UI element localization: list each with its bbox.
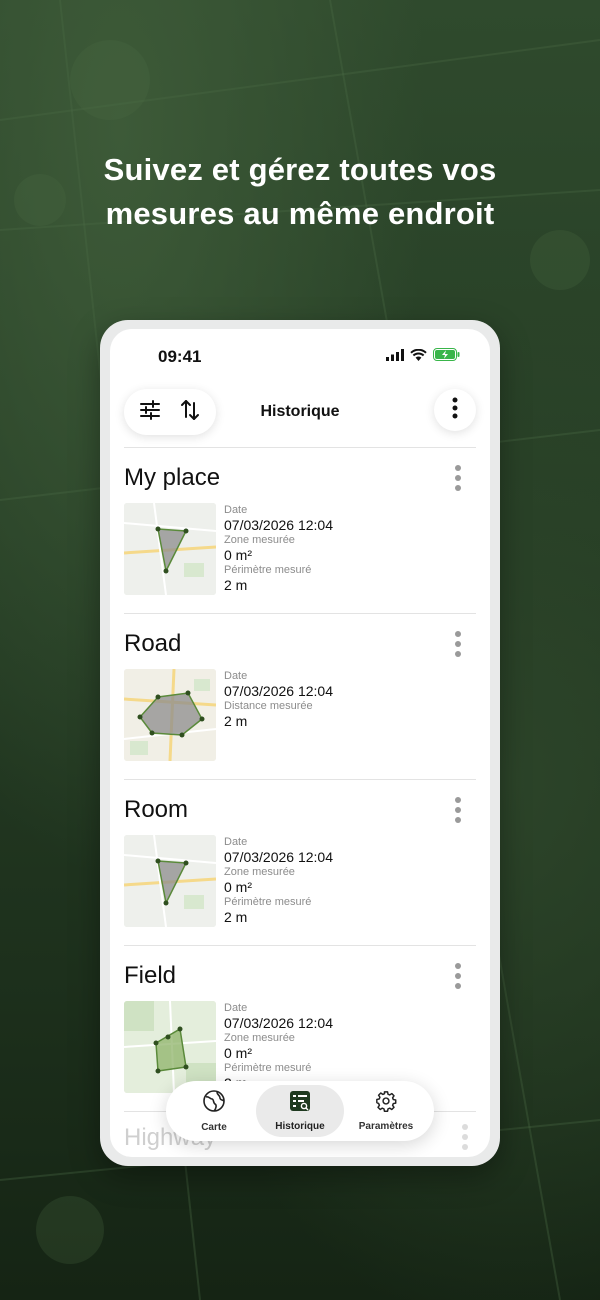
header-more-button[interactable]	[434, 389, 476, 431]
item-name: Field	[124, 962, 177, 989]
globe-icon	[202, 1089, 226, 1118]
field-label: Zone mesurée	[224, 1032, 295, 1044]
field-value: 0 m²	[224, 1045, 252, 1061]
item-meta: Date 07/03/2026 12:04 Distance mesurée 2…	[224, 669, 333, 729]
more-vertical-icon	[455, 962, 461, 994]
more-vertical-icon	[455, 630, 461, 662]
item-name: My place	[124, 464, 221, 491]
item-more-button[interactable]	[448, 962, 468, 994]
field-value: 07/03/2026 12:04	[224, 517, 333, 533]
map-thumbnail	[124, 669, 216, 761]
more-vertical-icon	[455, 796, 461, 828]
map-thumbnail	[124, 503, 216, 595]
gear-icon	[375, 1090, 397, 1117]
history-list-icon	[289, 1090, 311, 1117]
nav-label: Carte	[201, 1122, 227, 1133]
signal-icon	[386, 348, 404, 366]
headline-line-1: Suivez et gérez toutes vos	[103, 152, 497, 187]
field-value: 07/03/2026 12:04	[224, 849, 333, 865]
item-more-button[interactable]	[448, 796, 468, 828]
field-value: 2 m	[224, 577, 248, 593]
field-value: 0 m²	[224, 547, 252, 563]
more-vertical-icon	[462, 1124, 468, 1154]
field-label: Date	[224, 670, 248, 682]
field-label: Périmètre mesuré	[224, 896, 312, 908]
field-value: 2 m	[224, 713, 248, 729]
field-value: 07/03/2026 12:04	[224, 683, 333, 699]
headline-line-2: mesures au même endroit	[105, 196, 495, 231]
status-time: 09:41	[158, 347, 202, 366]
field-label: Date	[224, 504, 248, 516]
list-item[interactable]: My place Date 07/03/2026 12:04 Zone mesu…	[124, 448, 476, 614]
list-item[interactable]: Road Date 07/03/2026 12:04 Distance mesu…	[124, 614, 476, 780]
history-list: My place Date 07/03/2026 12:04 Zone mesu…	[124, 448, 476, 1112]
field-label: Périmètre mesuré	[224, 1062, 312, 1074]
item-meta: Date 07/03/2026 12:04 Zone mesurée 0 m² …	[224, 1001, 333, 1091]
field-label: Zone mesurée	[224, 866, 295, 878]
item-meta: Date 07/03/2026 12:04 Zone mesurée 0 m² …	[224, 835, 333, 925]
item-meta: Date 07/03/2026 12:04 Zone mesurée 0 m² …	[224, 503, 333, 593]
wifi-icon	[410, 348, 427, 366]
field-value: 0 m²	[224, 879, 252, 895]
nav-label: Paramètres	[358, 1121, 414, 1132]
list-item[interactable]: Room Date 07/03/2026 12:04 Zone mesurée …	[124, 780, 476, 946]
item-name: Room	[124, 796, 189, 823]
field-label: Date	[224, 836, 248, 848]
map-thumbnail	[124, 835, 216, 927]
more-vertical-icon	[452, 397, 458, 424]
field-value: 07/03/2026 12:04	[224, 1015, 333, 1031]
field-label: Distance mesurée	[224, 700, 313, 712]
nav-carte[interactable]: Carte	[170, 1085, 258, 1137]
field-label: Périmètre mesuré	[224, 564, 312, 576]
more-vertical-icon	[455, 464, 461, 496]
top-bar: Historique	[110, 389, 490, 437]
bottom-navigation: Carte Historique Paramètres	[166, 1081, 434, 1141]
item-name: Road	[124, 630, 182, 657]
page-title: Historique	[260, 403, 340, 420]
map-thumbnail	[124, 1001, 216, 1093]
item-more-button[interactable]	[462, 1124, 468, 1155]
battery-charging-icon	[433, 348, 460, 366]
nav-parametres[interactable]: Paramètres	[342, 1085, 430, 1137]
field-label: Date	[224, 1002, 248, 1014]
nav-label: Historique	[275, 1121, 325, 1132]
item-more-button[interactable]	[448, 464, 468, 496]
app-screen: 09:41 Historique My place Date 07/03/202…	[110, 329, 490, 1157]
field-label: Zone mesurée	[224, 534, 295, 546]
phone-frame: 09:41 Historique My place Date 07/03/202…	[100, 320, 500, 1166]
status-bar: 09:41	[110, 329, 490, 379]
headline: Suivez et gérez toutes vos mesures au mê…	[0, 148, 600, 236]
field-value: 2 m	[224, 909, 248, 925]
nav-historique[interactable]: Historique	[256, 1085, 344, 1137]
item-more-button[interactable]	[448, 630, 468, 662]
